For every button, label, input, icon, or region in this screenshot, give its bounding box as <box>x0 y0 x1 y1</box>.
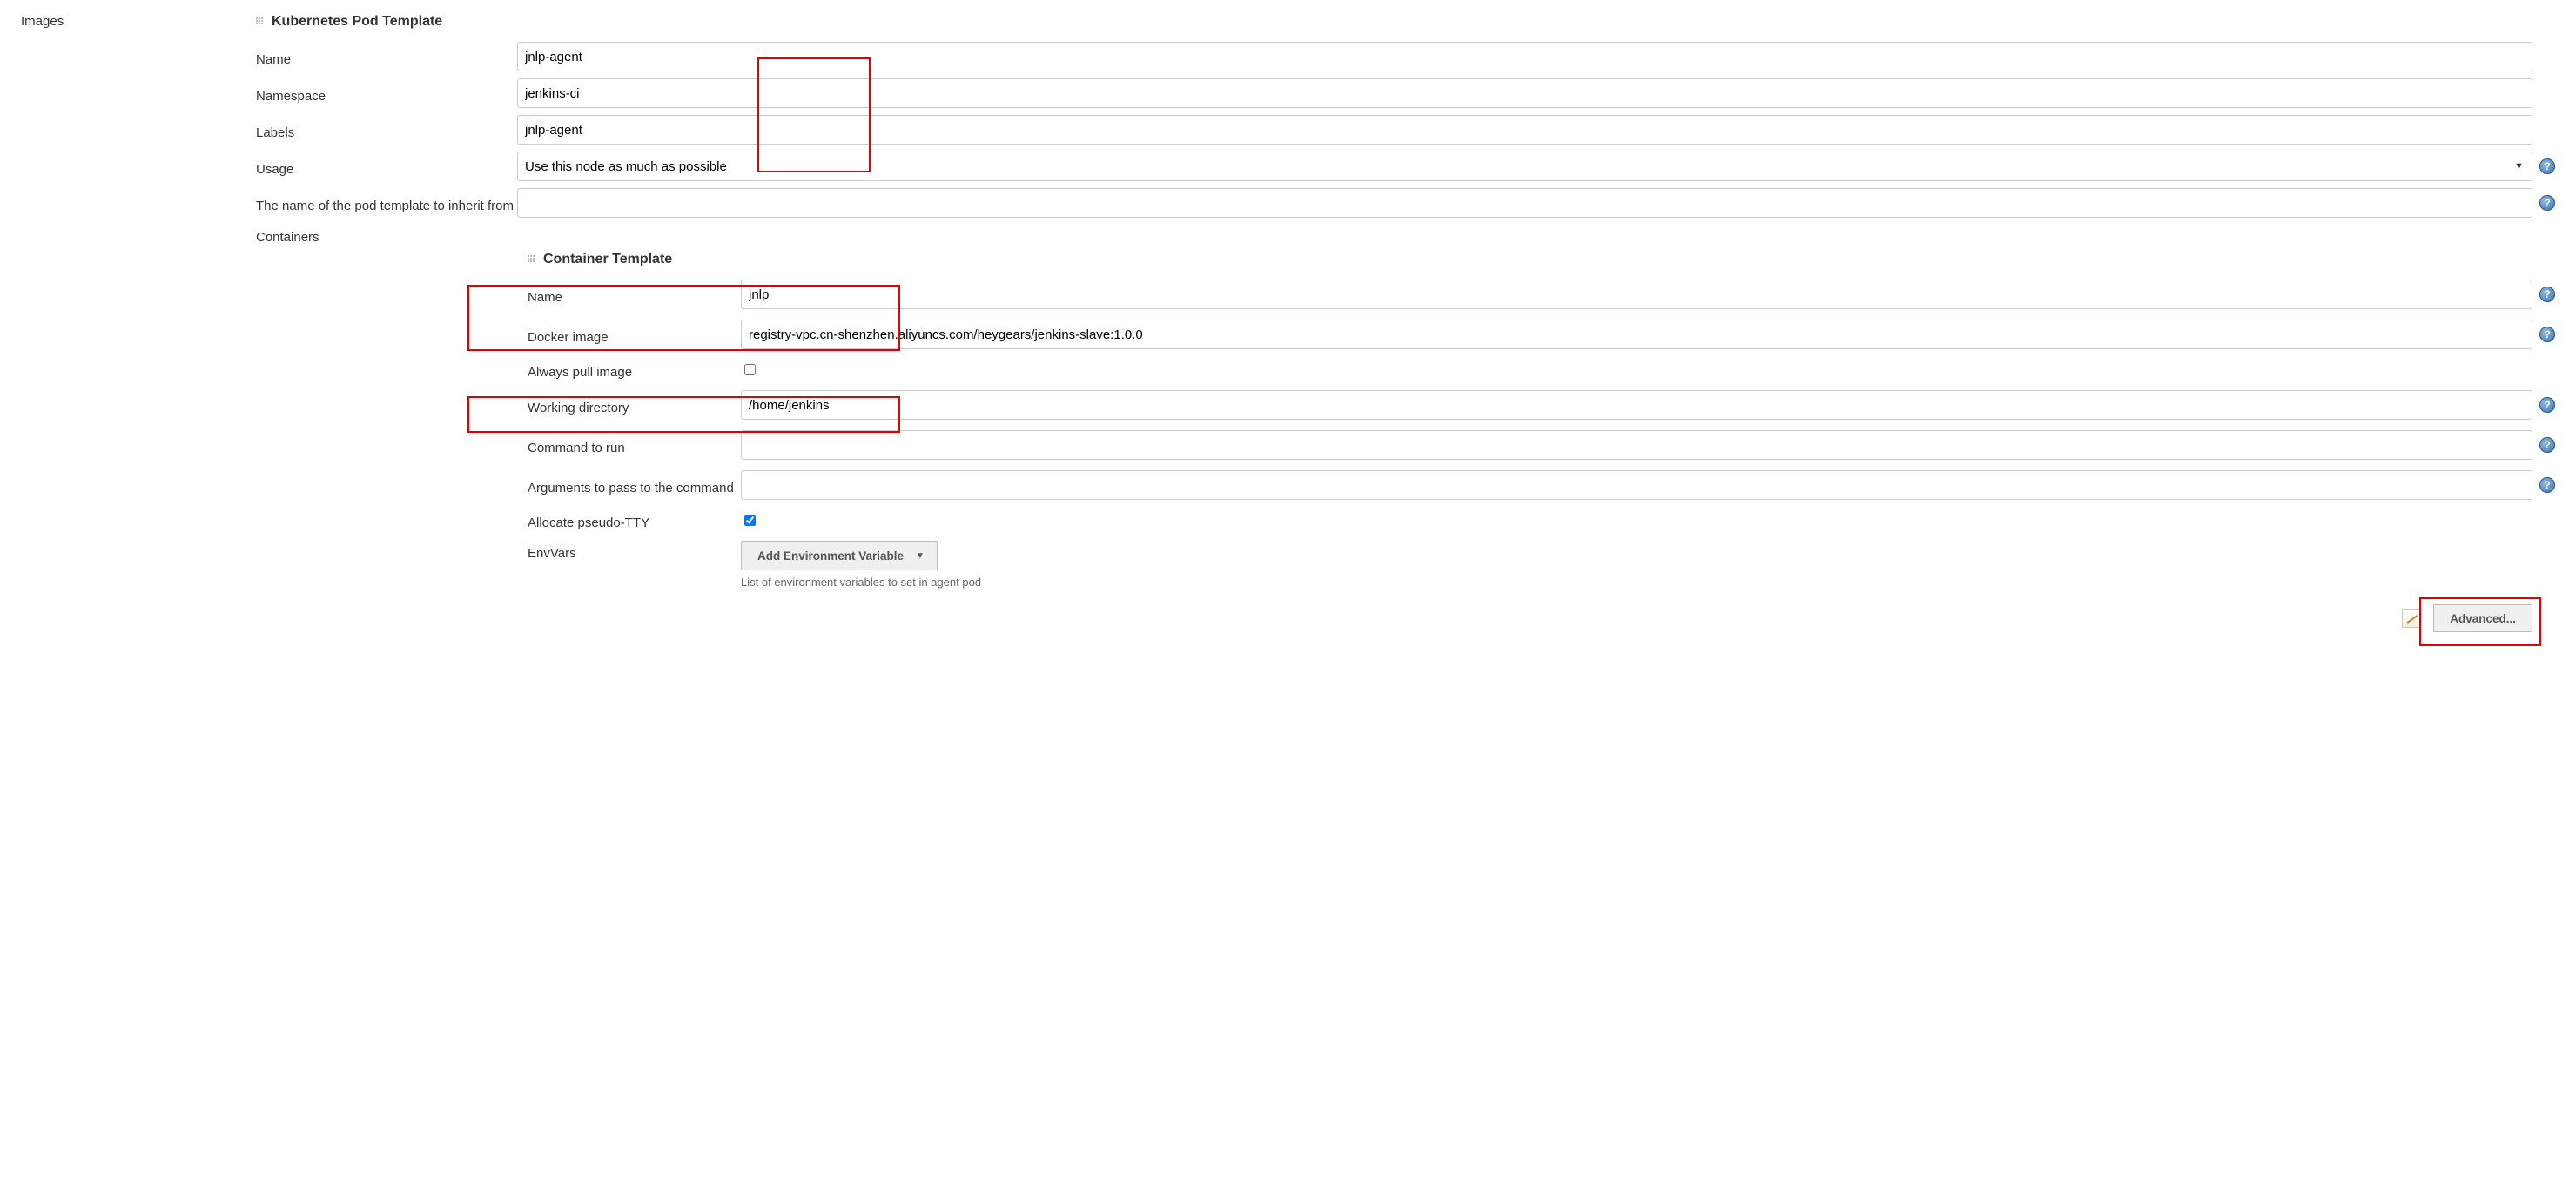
container-tty-checkbox[interactable] <box>744 515 756 526</box>
envvars-description: List of environment variables to set in … <box>741 576 981 589</box>
container-docker-input[interactable] <box>741 320 2532 349</box>
container-args-label: Arguments to pass to the command <box>528 475 741 496</box>
container-pull-label: Always pull image <box>528 360 741 380</box>
pod-name-label: Name <box>256 47 517 67</box>
container-pull-checkbox[interactable] <box>744 364 756 375</box>
container-cmd-label: Command to run <box>528 435 741 455</box>
pod-namespace-input[interactable] <box>517 78 2532 108</box>
container-docker-label: Docker image <box>528 325 741 345</box>
help-icon[interactable]: ? <box>2539 437 2555 453</box>
advanced-button[interactable]: Advanced... <box>2433 604 2532 632</box>
pod-labels-label: Labels <box>256 120 517 140</box>
container-wd-input[interactable] <box>741 390 2532 420</box>
pod-namespace-label: Namespace <box>256 84 517 104</box>
pod-inherit-label: The name of the pod template to inherit … <box>256 193 517 213</box>
container-name-input[interactable] <box>741 280 2532 309</box>
chevron-down-icon: ▼ <box>916 551 925 561</box>
advanced-button-label: Advanced... <box>2450 612 2516 625</box>
drag-handle-icon[interactable] <box>256 17 265 26</box>
help-icon[interactable]: ? <box>2539 158 2555 174</box>
help-icon[interactable]: ? <box>2539 195 2555 211</box>
help-icon[interactable]: ? <box>2539 287 2555 302</box>
section-images-label: Images <box>21 14 239 632</box>
container-tty-label: Allocate pseudo-TTY <box>528 510 741 530</box>
container-cmd-input[interactable] <box>741 430 2532 460</box>
container-template-title: Container Template <box>543 252 672 267</box>
help-icon[interactable]: ? <box>2539 327 2555 342</box>
add-env-var-button[interactable]: Add Environment Variable ▼ <box>741 541 938 570</box>
add-env-var-label: Add Environment Variable <box>757 549 904 563</box>
container-args-input[interactable] <box>741 470 2532 500</box>
pod-template-title: Kubernetes Pod Template <box>272 14 442 30</box>
pod-template-header: Kubernetes Pod Template <box>256 14 2555 30</box>
pod-usage-label: Usage <box>256 157 517 177</box>
container-wd-label: Working directory <box>528 395 741 415</box>
drag-handle-icon[interactable] <box>528 255 536 264</box>
pod-usage-select[interactable]: Use this node as much as possible <box>517 152 2532 181</box>
edit-icon <box>2402 609 2421 628</box>
pod-inherit-input[interactable] <box>517 188 2532 218</box>
help-icon[interactable]: ? <box>2539 477 2555 493</box>
container-name-label: Name <box>528 285 741 305</box>
pod-labels-input[interactable] <box>517 115 2532 145</box>
container-template-header: Container Template <box>528 252 2555 267</box>
container-envvars-label: EnvVars <box>528 541 741 561</box>
pod-name-input[interactable] <box>517 42 2532 71</box>
pod-containers-label: Containers <box>256 225 517 245</box>
help-icon[interactable]: ? <box>2539 397 2555 413</box>
